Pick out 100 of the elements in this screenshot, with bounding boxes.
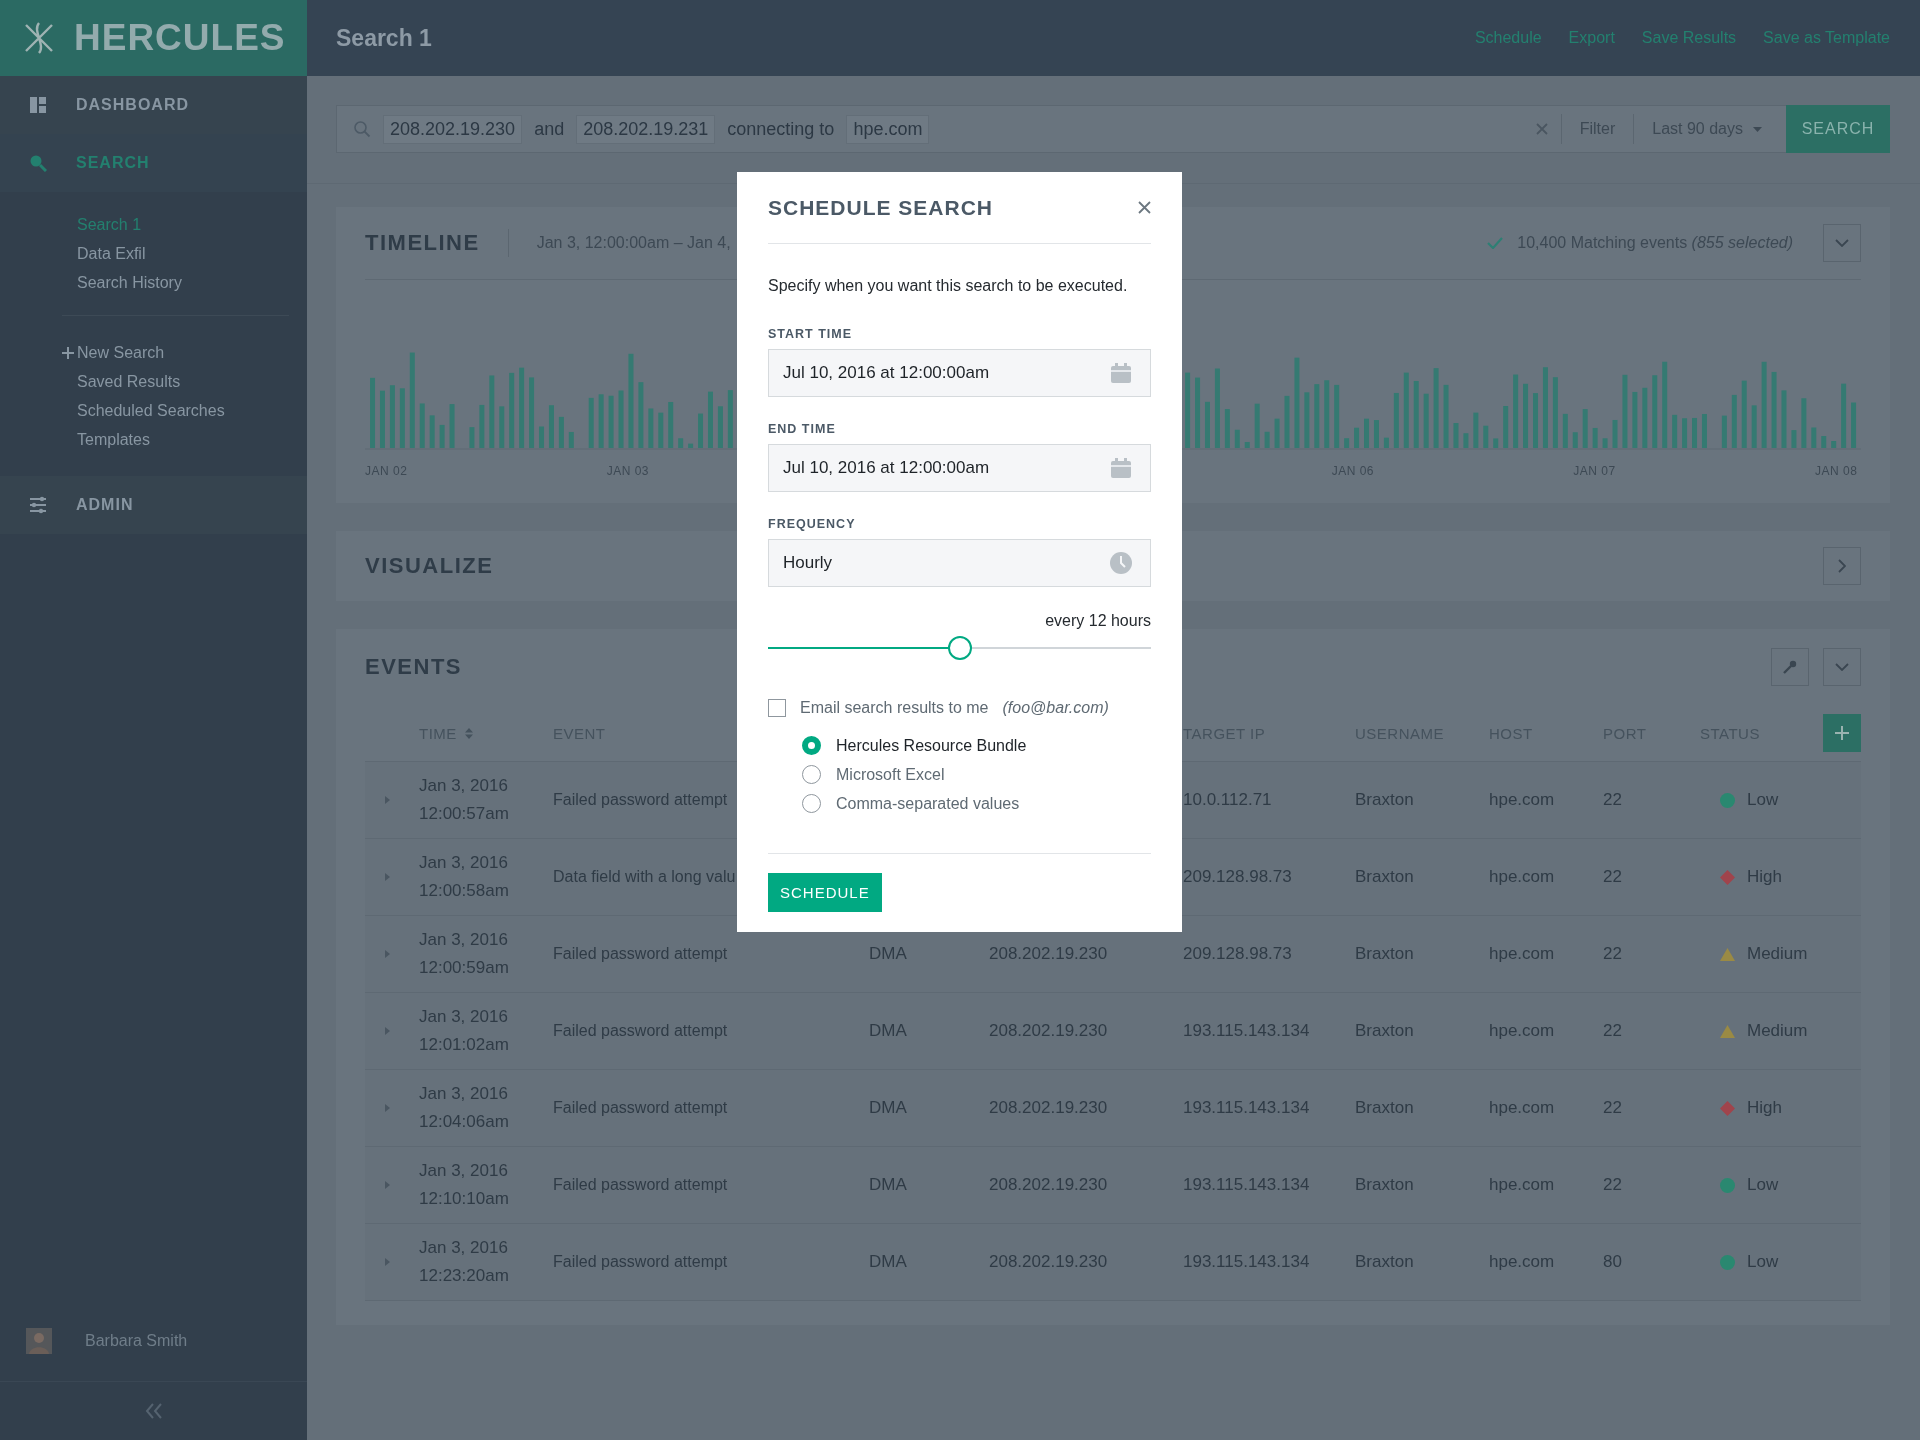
close-icon[interactable] [1138, 201, 1151, 214]
expand-button[interactable] [1823, 547, 1861, 585]
expand-button[interactable] [1823, 224, 1861, 262]
expand-row-icon[interactable] [385, 1104, 390, 1112]
slider-thumb[interactable] [947, 636, 972, 660]
page-title: Search 1 [336, 24, 432, 52]
input-field[interactable]: Hourly [768, 539, 1151, 587]
table-cell-text: Data field with a long valu [553, 867, 736, 887]
schedule-button[interactable]: SCHEDULE [768, 873, 882, 912]
table-cell-text: 193.115.143.134 [1183, 1251, 1310, 1273]
header-link[interactable]: Save Results [1641, 29, 1737, 47]
radio-label: Hercules Resource Bundle [836, 736, 1027, 755]
expand-row-icon[interactable] [385, 1181, 390, 1189]
status-label: Medium [1747, 1020, 1808, 1042]
add-column-button[interactable] [1823, 714, 1861, 752]
table-cell-text: hpe.com [1489, 1097, 1555, 1119]
header-link[interactable]: Export [1568, 29, 1615, 47]
sidebar-link[interactable]: Scheduled Searches [77, 401, 225, 420]
collapse-icon[interactable] [144, 1403, 163, 1419]
sort-icon [464, 727, 473, 739]
card-title: VISUALIZE [365, 553, 494, 579]
table-cell-text: Jan 3, 2016 12:23:20am [419, 1237, 509, 1287]
table-cell-text: Jan 3, 2016 12:01:02am [419, 1006, 509, 1056]
table-cell-text: 208.202.19.230 [989, 1020, 1108, 1042]
nav-item[interactable]: SEARCH [0, 134, 307, 192]
query-token: hpe.com [846, 114, 930, 144]
chevron-down-icon [1835, 663, 1849, 671]
checkbox-label: Email search results to me [800, 699, 989, 717]
sidebar-link[interactable]: Data Exfil [77, 244, 146, 263]
header-link[interactable]: Save as Template [1763, 29, 1890, 47]
sliders-icon [29, 496, 47, 514]
avatar [26, 1328, 52, 1354]
sidebar-link[interactable]: Templates [77, 430, 150, 449]
table-cell-text: 209.128.98.73 [1183, 866, 1292, 888]
table-cell-text: 208.202.19.230 [989, 1097, 1108, 1119]
dialog-intro: Specify when you want this search to be executed. [768, 277, 1129, 295]
expand-row-icon[interactable] [385, 796, 390, 804]
status-label: High [1747, 866, 1782, 888]
chevron-down-icon [1835, 239, 1849, 247]
table-cell-text: DMA [869, 1174, 907, 1196]
logo-icon [22, 21, 56, 55]
clear-icon[interactable] [1534, 122, 1549, 136]
expand-row-icon[interactable] [385, 950, 390, 958]
table-cell-text: hpe.com [1489, 1174, 1555, 1196]
nav-item[interactable]: DASHBOARD [0, 76, 307, 134]
expand-row-icon[interactable] [385, 1258, 390, 1266]
table-cell-text: Braxton [1355, 1020, 1414, 1042]
card-title: EVENTS [365, 654, 463, 680]
table-cell-text: DMA [869, 943, 907, 965]
settings-button[interactable] [1771, 648, 1809, 686]
table-cell-text: DMA [869, 1020, 907, 1042]
plus-icon [1834, 725, 1850, 741]
table-cell-text: 208.202.19.230 [989, 1251, 1108, 1273]
table-cell-text: Failed password attempt [553, 1175, 728, 1195]
dialog-title: SCHEDULE SEARCH [768, 195, 994, 220]
status-label: Low [1747, 789, 1779, 811]
table-cell-text: Jan 3, 2016 12:00:59am [419, 929, 509, 979]
brand-name: HERCULES [74, 17, 286, 59]
table-cell-text: 193.115.143.134 [1183, 1097, 1310, 1119]
table-cell-text: Braxton [1355, 1097, 1414, 1119]
field-label: FREQUENCY [768, 517, 857, 531]
field-label: START TIME [768, 327, 854, 341]
sidebar-link[interactable]: Search 1 [77, 215, 142, 234]
table-cell-text: Failed password attempt [553, 790, 728, 810]
expand-button[interactable] [1823, 648, 1861, 686]
table-cell-text: 80 [1603, 1251, 1622, 1273]
query-operator: and [534, 118, 565, 140]
table-cell-text: Failed password attempt [553, 1098, 728, 1118]
user-name: Barbara Smith [85, 1332, 188, 1350]
sidebar-link[interactable]: Saved Results [77, 372, 181, 391]
sidebar-link[interactable]: New Search [77, 343, 165, 362]
status-label: Low [1747, 1174, 1779, 1196]
search-icon [29, 154, 47, 172]
sidebar-link[interactable]: Search History [77, 273, 182, 292]
table-cell-text: Jan 3, 2016 12:04:06am [419, 1083, 509, 1133]
search-icon [353, 120, 371, 138]
table-cell-text: Braxton [1355, 866, 1414, 888]
header-link[interactable]: Schedule [1474, 29, 1542, 47]
table-cell-text: hpe.com [1489, 866, 1555, 888]
calendar-icon [1110, 457, 1132, 479]
interval-reading: every 12 hours [1044, 612, 1151, 630]
check-icon [1487, 237, 1504, 249]
expand-row-icon[interactable] [385, 1027, 390, 1035]
wrench-icon [1783, 660, 1797, 674]
checkbox[interactable] [768, 699, 786, 717]
input-field[interactable]: Jul 10, 2016 at 12:00:00am [768, 444, 1151, 492]
table-cell-text: Failed password attempt [553, 944, 728, 964]
input-field[interactable]: Jul 10, 2016 at 12:00:00am [768, 349, 1151, 397]
expand-row-icon[interactable] [385, 873, 390, 881]
table-cell-text: Failed password attempt [553, 1021, 728, 1041]
nav-item[interactable]: ADMIN [0, 476, 307, 534]
table-cell-text: 208.202.19.230 [989, 943, 1108, 965]
clock-icon [1110, 552, 1132, 574]
table-cell-text: Braxton [1355, 943, 1414, 965]
status-label: Low [1747, 1251, 1779, 1273]
search-button[interactable]: SEARCH [1786, 105, 1890, 153]
radio-button[interactable] [802, 736, 821, 755]
table-cell-text: hpe.com [1489, 789, 1555, 811]
table-cell-text: Failed password attempt [553, 1252, 728, 1272]
status-label: High [1747, 1097, 1782, 1119]
